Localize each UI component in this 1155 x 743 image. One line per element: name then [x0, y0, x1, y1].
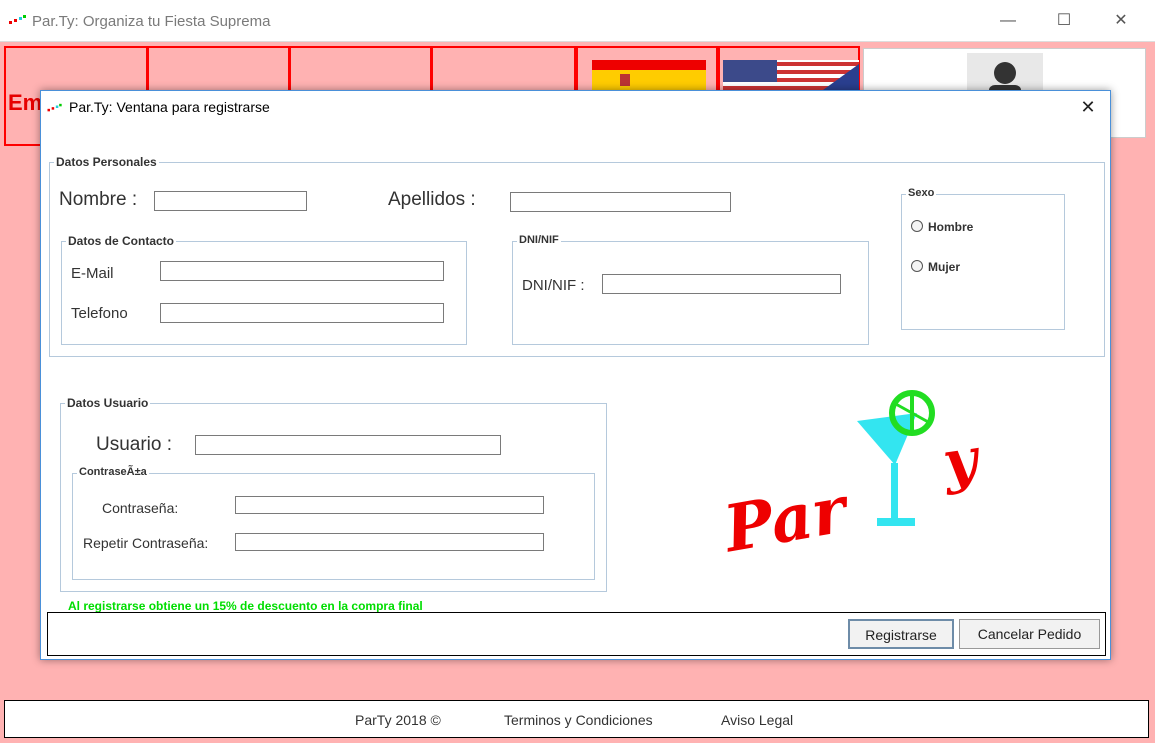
contact-data-group: Datos de Contacto E-Mail Telefono	[61, 234, 467, 345]
password-input[interactable]	[235, 496, 544, 514]
password-label: Contraseña:	[102, 500, 179, 516]
minimize-button[interactable]: —	[985, 6, 1031, 36]
user-data-legend: Datos Usuario	[65, 396, 151, 410]
nombre-input[interactable]	[154, 191, 307, 211]
hombre-label[interactable]: Hombre	[928, 220, 973, 234]
hombre-radio[interactable]	[911, 220, 923, 232]
email-input[interactable]	[160, 261, 444, 281]
sexo-group: Sexo Hombre Mujer	[901, 187, 1065, 330]
usa-uk-flag-icon	[723, 60, 859, 90]
telefono-label: Telefono	[71, 305, 128, 322]
footer-bar: ParTy 2018 © Terminos y Condiciones Avis…	[4, 700, 1149, 738]
password-legend: ContraseÃ±a	[77, 466, 149, 478]
email-label: E-Mail	[71, 265, 114, 282]
nombre-label: Nombre :	[59, 189, 138, 210]
party-logo-text-right: y	[937, 424, 986, 497]
dialog-button-bar: Registrarse Cancelar Pedido	[47, 612, 1106, 656]
mujer-radio[interactable]	[911, 260, 923, 272]
personal-data-legend: Datos Personales	[54, 155, 159, 169]
terms-link[interactable]: Terminos y Condiciones	[504, 712, 653, 728]
discount-promo-text: Al registrarse obtiene un 15% de descuen…	[68, 599, 423, 613]
spain-flag-icon	[592, 60, 706, 90]
register-button[interactable]: Registrarse	[848, 619, 954, 649]
app-logo-icon	[9, 15, 26, 24]
copyright-text: ParTy 2018 ©	[355, 712, 441, 728]
dialog-title: Par.Ty: Ventana para registrarse	[69, 99, 270, 115]
mujer-label[interactable]: Mujer	[928, 260, 960, 274]
cocktail-glass-icon	[857, 413, 917, 465]
repeat-password-label: Repetir Contraseña:	[83, 535, 209, 551]
dni-legend: DNI/NIF	[517, 234, 561, 246]
user-avatar-icon	[967, 53, 1043, 93]
maximize-button[interactable]: ☐	[1041, 6, 1087, 36]
dialog-close-button[interactable]: ✕	[1076, 95, 1100, 119]
repeat-password-input[interactable]	[235, 533, 544, 551]
password-group: ContraseÃ±a Contraseña: Repetir Contrase…	[72, 466, 595, 580]
cancel-order-button[interactable]: Cancelar Pedido	[959, 619, 1100, 649]
party-logo-text-left: Par	[717, 472, 856, 561]
contact-data-legend: Datos de Contacto	[66, 234, 177, 248]
usuario-label: Usuario :	[96, 434, 173, 455]
main-title-bar: Par.Ty: Organiza tu Fiesta Suprema — ☐ ✕	[0, 0, 1155, 42]
usuario-input[interactable]	[195, 435, 501, 455]
menu-tile-1-label: Em	[8, 90, 43, 115]
apellidos-label: Apellidos :	[388, 189, 476, 210]
party-logo: Par y	[717, 390, 986, 561]
dni-input[interactable]	[602, 274, 841, 294]
dni-label: DNI/NIF :	[522, 277, 585, 294]
close-button[interactable]: ✕	[1098, 6, 1144, 36]
telefono-input[interactable]	[160, 303, 444, 323]
register-dialog: Par.Ty: Ventana para registrarse ✕ Datos…	[40, 90, 1111, 660]
user-data-group: Datos Usuario Usuario : ContraseÃ±a Cont…	[60, 396, 607, 592]
personal-data-group: Datos Personales Nombre : Apellidos : Da…	[49, 155, 1105, 357]
sexo-legend: Sexo	[906, 187, 937, 199]
legal-link[interactable]: Aviso Legal	[721, 712, 793, 728]
main-window-title: Par.Ty: Organiza tu Fiesta Suprema	[32, 13, 271, 30]
dialog-app-logo-icon	[47, 103, 62, 112]
apellidos-input[interactable]	[510, 192, 731, 212]
dni-group: DNI/NIF DNI/NIF :	[512, 234, 869, 345]
dialog-title-bar: Par.Ty: Ventana para registrarse ✕	[41, 91, 1110, 123]
